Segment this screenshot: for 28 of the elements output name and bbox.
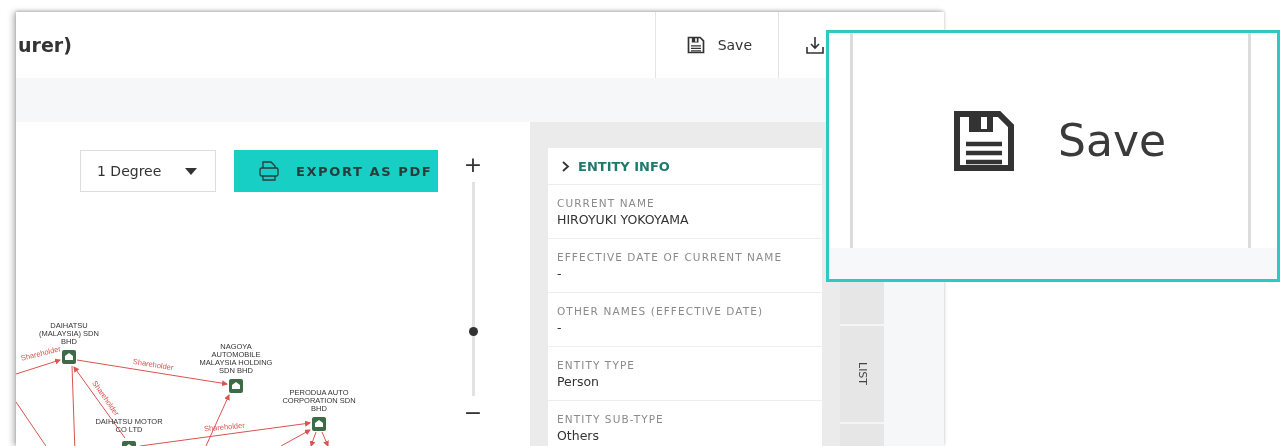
field-label: OTHER NAMES (EFFECTIVE DATE) xyxy=(557,304,765,319)
zoom-slider-thumb[interactable] xyxy=(468,326,478,336)
field-value: - xyxy=(557,265,563,283)
company-node-icon[interactable] xyxy=(312,417,326,431)
field-value: Person xyxy=(557,373,600,391)
export-pdf-button[interactable]: EXPORT AS PDF xyxy=(234,150,438,192)
download-button[interactable] xyxy=(778,12,824,78)
edge-arrow xyxy=(321,431,329,446)
save-label: Save xyxy=(1058,115,1166,166)
field-value: HIROYUKI YOKOYAMA xyxy=(557,211,690,229)
save-icon xyxy=(685,35,706,55)
section-title: ENTITY INFO xyxy=(578,158,670,174)
field-value: - xyxy=(557,319,563,337)
chevron-right-icon[interactable] xyxy=(562,160,570,172)
zoom-out-button[interactable]: − xyxy=(463,400,483,426)
field-value: Others xyxy=(557,427,600,445)
download-icon xyxy=(806,36,824,54)
company-node-icon[interactable] xyxy=(122,441,136,446)
company-node-icon[interactable] xyxy=(229,379,243,393)
field-label: ENTITY TYPE xyxy=(557,358,637,373)
company-node-icon[interactable] xyxy=(62,350,76,364)
field-label: ENTITY SUB-TYPE xyxy=(557,412,665,427)
field-label: EFFECTIVE DATE OF CURRENT NAME xyxy=(557,250,784,265)
caret-icon xyxy=(185,167,197,175)
field-label: CURRENT NAME xyxy=(557,196,656,211)
zoom-in-button[interactable]: + xyxy=(463,152,483,178)
degree-select[interactable]: 1 Degree xyxy=(80,150,216,192)
page-title: urer) xyxy=(17,34,73,56)
